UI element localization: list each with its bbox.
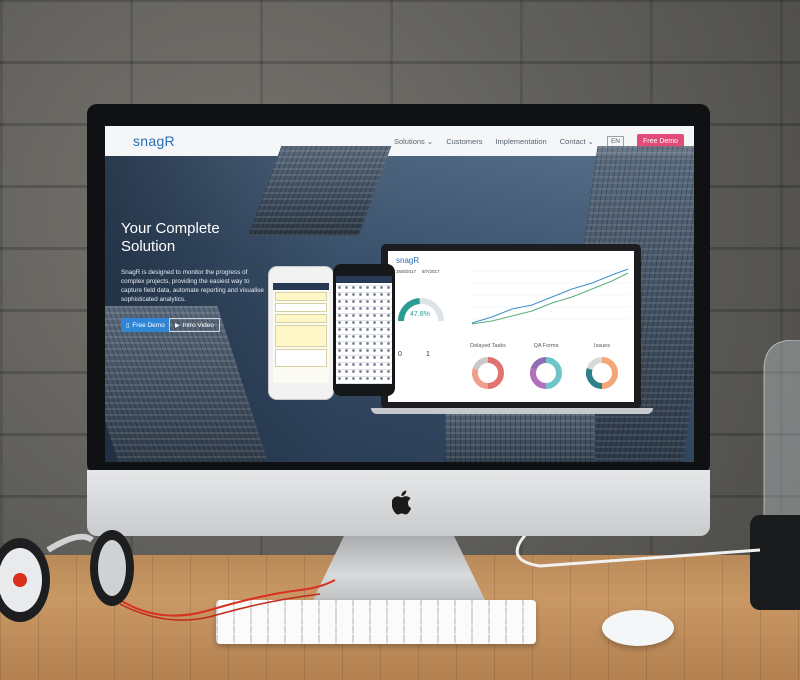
donut-delayed (472, 357, 504, 389)
building-center (248, 146, 392, 236)
site-logo[interactable]: snagR (133, 133, 175, 149)
black-phone-mockup (333, 264, 395, 396)
donut-segment (586, 368, 603, 389)
dashboard-date-left: 26/8/2017 (396, 269, 417, 274)
progress-line-chart (462, 261, 632, 331)
donut-segment (601, 357, 618, 389)
donut-segment (472, 357, 489, 371)
phone-list-item (275, 314, 327, 323)
nav-solutions[interactable]: Solutions ⌄ (394, 137, 433, 146)
donut-title-delayed: Delayed Tasks (470, 343, 506, 349)
monitor-screen: snagR Solutions ⌄ Customers Implementati… (105, 126, 694, 462)
donut-title-issues: Issues (594, 343, 610, 349)
dashboard-screen: snagR 26/8/2017 8/7/2017 47.8% 0 1 Delay… (388, 251, 634, 402)
donut-segment (487, 357, 504, 389)
donut-segment (530, 357, 547, 371)
donut-title-qa: QA Forms (533, 343, 559, 349)
laptop-mockup: snagR 26/8/2017 8/7/2017 47.8% 0 1 Delay… (381, 244, 641, 409)
language-selector[interactable]: EN (606, 135, 624, 147)
mouse (602, 610, 674, 646)
white-phone-mockup (268, 266, 334, 400)
progress-gauge (398, 298, 444, 322)
phone-floorplan (336, 284, 392, 384)
black-phone-screen (336, 276, 392, 384)
phone-header-bar (336, 276, 392, 283)
hero-intro-video-button[interactable]: ▶ Intro Video (169, 318, 220, 332)
donut-segment (530, 368, 547, 389)
donut-qa (530, 357, 562, 389)
phone-header-bar (273, 283, 329, 290)
hero-description: SnagR is designed to monitor the progres… (121, 269, 264, 303)
hero-section: Your Complete Solution SnagR is designed… (105, 146, 694, 462)
dashboard-date-right: 8/7/2017 (422, 269, 440, 274)
hero-free-demo-button[interactable]: ▯ Free Demo (121, 318, 170, 332)
phone-list-item (275, 325, 327, 347)
count-left: 0 (398, 351, 402, 358)
donut-segment (586, 357, 603, 371)
donut-segment (545, 357, 562, 389)
play-icon: ▶ (175, 322, 180, 329)
laptop-base (371, 408, 653, 414)
apple-logo-icon (392, 490, 412, 515)
phone-list-item (275, 292, 327, 301)
white-cable (515, 530, 760, 568)
phone-icon: ▯ (126, 322, 130, 329)
dashboard-logo: snagR (396, 256, 420, 265)
donut-issues (586, 357, 618, 389)
phone-list-item (275, 303, 327, 312)
white-phone-screen (273, 283, 329, 383)
nav-implementation[interactable]: Implementation (495, 137, 546, 146)
gauge-value: 47.8% (410, 311, 430, 318)
nav-customers[interactable]: Customers (446, 137, 482, 146)
hero-title: Your Complete Solution (121, 220, 220, 255)
hero-intro-video-label: Intro Video (182, 321, 214, 329)
headphones (0, 530, 134, 622)
donut-segment (472, 368, 489, 389)
nav-contact[interactable]: Contact ⌄ (560, 137, 594, 146)
count-right: 1 (426, 351, 430, 358)
hero-free-demo-label: Free Demo (132, 321, 165, 329)
phone-list-item (275, 349, 327, 367)
